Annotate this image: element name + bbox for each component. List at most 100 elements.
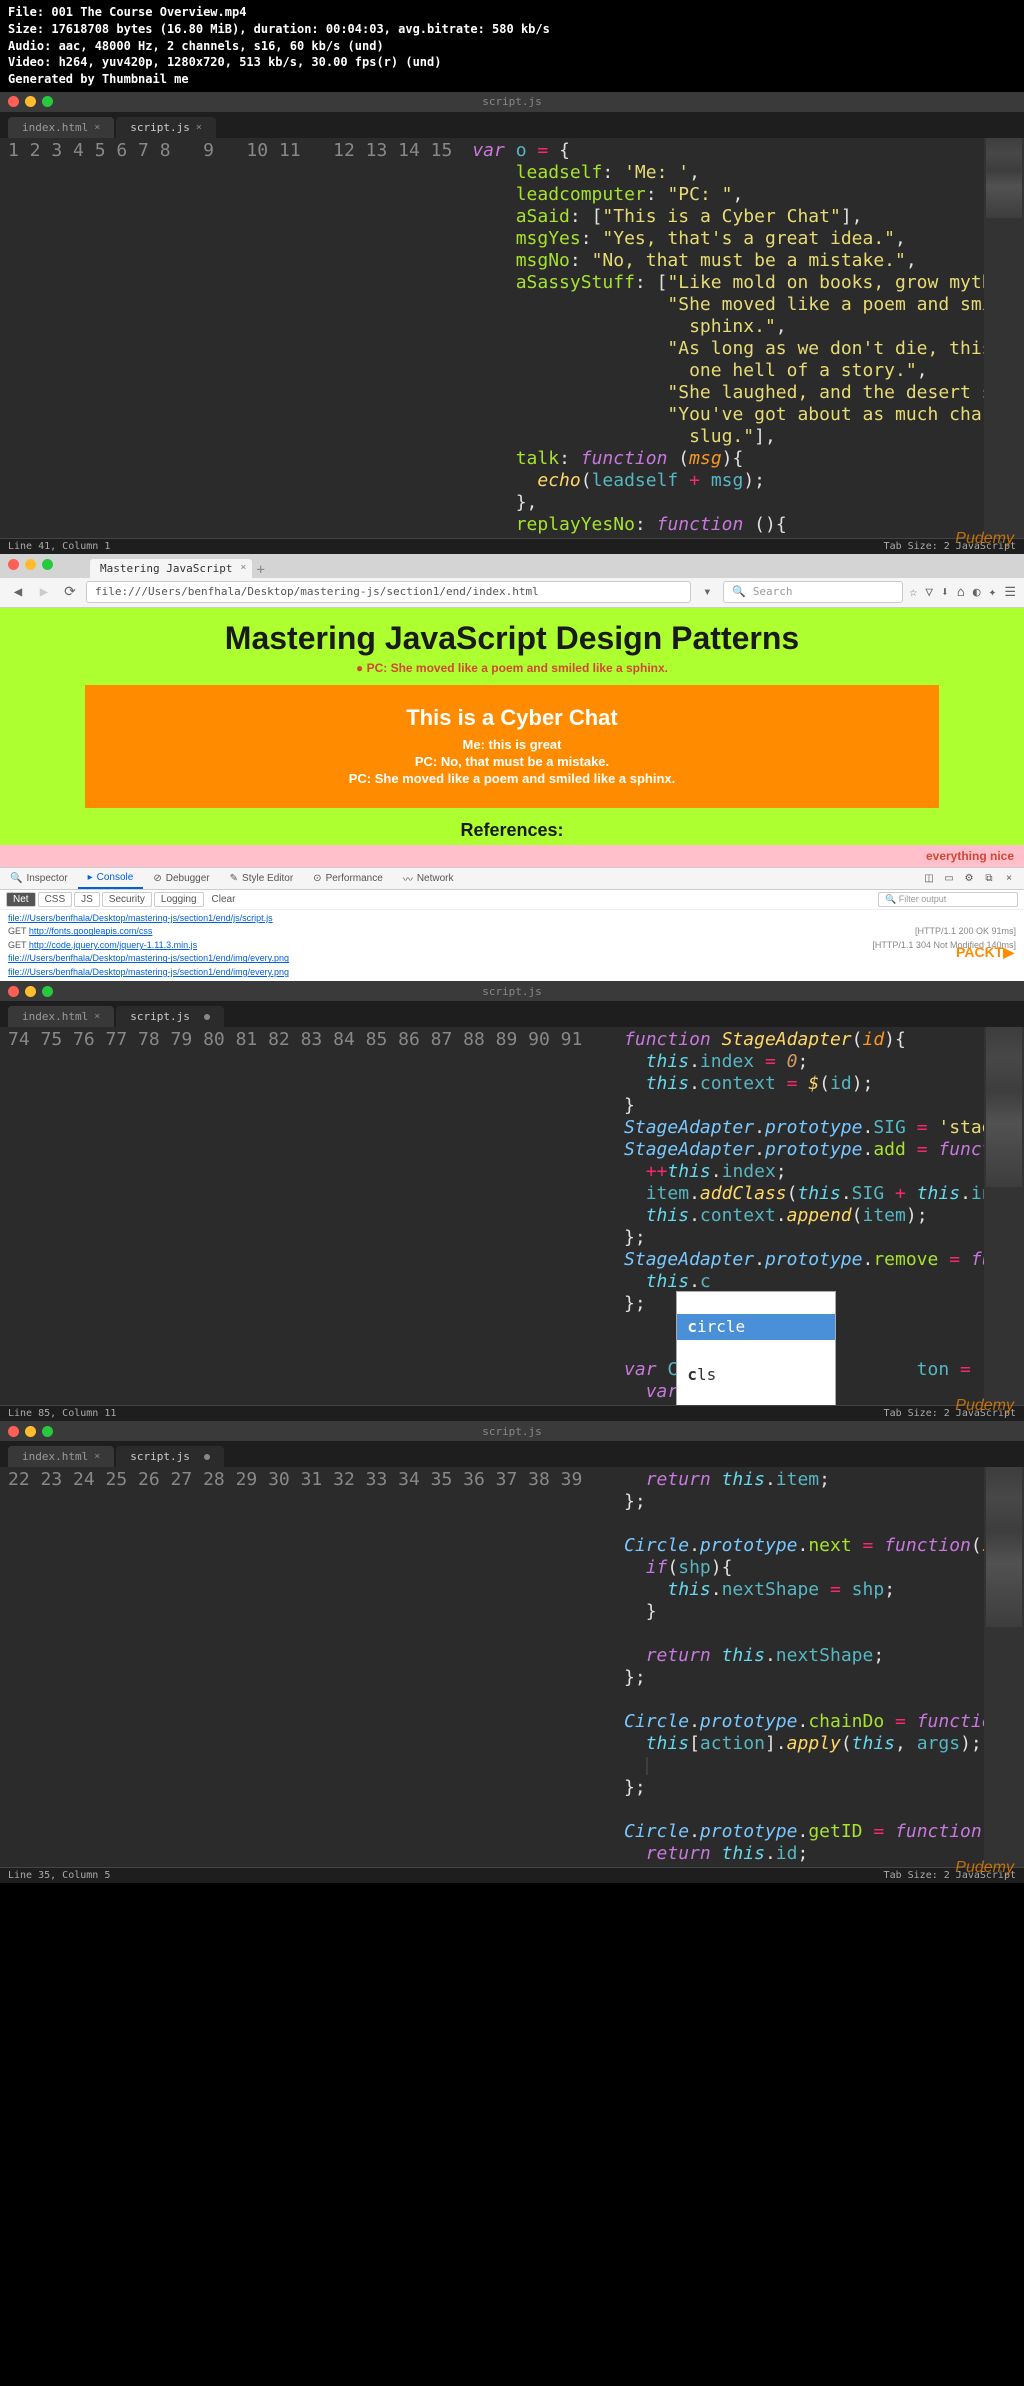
maximize-button[interactable] [42,96,53,107]
statusbar: Line 41, Column 1 Tab Size: 2 JavaScript [0,538,1024,554]
traffic-lights [8,96,53,107]
popout-icon[interactable]: ⧉ [982,871,996,885]
filter-security[interactable]: Security [102,892,152,907]
sync-icon[interactable]: ◐ [973,585,981,600]
tabbar: index.html× script.js [0,1441,1024,1467]
split-icon[interactable]: ◫ [922,871,936,885]
gear-icon[interactable]: ⚙ [962,871,976,885]
info-audio: Audio: aac, 48000 Hz, 2 channels, s16, 6… [8,38,1016,55]
devtools-tab-inspector[interactable]: 🔍 Inspector [0,869,78,888]
close-icon[interactable]: × [94,122,100,133]
new-tab-button[interactable]: + [256,562,264,578]
reload-button[interactable]: ⟳ [60,582,80,602]
minimize-button[interactable] [25,559,36,570]
close-button[interactable] [8,1426,19,1437]
filter-logging[interactable]: Logging [154,892,204,907]
status-cursor: Line 85, Column 11 [8,1408,116,1419]
url-bar[interactable]: file:///Users/benfhala/Desktop/mastering… [86,581,691,603]
close-button[interactable] [8,96,19,107]
autocomplete-item[interactable]: circle [677,1314,835,1340]
log-row: GET http://fonts.googleapis.com/css[HTTP… [8,925,1016,939]
devtools: 🔍 Inspector ▸ Console ⊘ Debugger ✎ Style… [0,867,1024,982]
devtools-tab-style[interactable]: ✎ Style Editor [220,869,304,888]
back-button[interactable]: ◀ [8,582,28,602]
menu-icon[interactable]: ☰ [1004,585,1016,600]
tab-script-js[interactable]: script.js [116,1446,224,1467]
chat-box: This is a Cyber Chat Me: this is great P… [85,685,939,808]
line-gutter: 1 2 3 4 5 6 7 8 8 9 9 10 11 1 12 13 14 1… [0,138,464,538]
search-bar[interactable]: 🔍 Search [723,581,903,603]
reader-button[interactable]: ▾ [697,582,717,602]
editor-window-2: script.js index.html× script.js 74 75 76… [0,981,1024,1421]
tabbar: index.html× script.js [0,1001,1024,1027]
close-icon[interactable]: × [240,562,246,573]
home-icon[interactable]: ⌂ [957,585,965,600]
close-icon[interactable]: × [196,122,202,133]
pocket-icon[interactable]: ▽ [925,585,933,600]
maximize-button[interactable] [42,1426,53,1437]
forward-button[interactable]: ▶ [34,582,54,602]
download-icon[interactable]: ⬇ [941,585,949,600]
code-area[interactable]: return this.item; }; Circle.prototype.ne… [594,1467,984,1867]
editor-body: 1 2 3 4 5 6 7 8 8 9 9 10 11 1 12 13 14 1… [0,138,1024,538]
filter-net[interactable]: Net [6,892,36,907]
tab-index-html[interactable]: index.html× [8,117,114,138]
log-row: file:///Users/benfhala/Desktop/mastering… [8,912,1016,926]
clear-button[interactable]: Clear [206,893,242,906]
tab-script-js[interactable]: script.js× [116,117,216,138]
browser-window: Mastering JavaScript × + ◀ ▶ ⟳ file:///U… [0,554,1024,982]
filter-css[interactable]: CSS [38,892,73,907]
browser-tab[interactable]: Mastering JavaScript × [90,559,252,578]
minimize-button[interactable] [25,96,36,107]
minimize-button[interactable] [25,1426,36,1437]
maximize-button[interactable] [42,986,53,997]
window-title: script.js [482,985,542,998]
autocomplete-popup[interactable]: circle cls context create cg color [676,1291,836,1405]
close-icon[interactable]: × [94,1011,100,1022]
tab-index-html[interactable]: index.html× [8,1446,114,1467]
titlebar: script.js [0,981,1024,1001]
devtools-tab-performance[interactable]: ⊙ Performance [303,869,393,888]
devtools-tab-debugger[interactable]: ⊘ Debugger [143,869,219,888]
close-icon[interactable]: × [1002,871,1016,885]
statusbar: Line 85, Column 11 Tab Size: 2 JavaScrip… [0,1405,1024,1421]
minimize-button[interactable] [25,986,36,997]
page-content: Mastering JavaScript Design Patterns PC:… [0,608,1024,867]
devtools-filter-bar: Net CSS JS Security Logging Clear 🔍 Filt… [0,890,1024,910]
code-area[interactable]: function StageAdapter(id){ this.index = … [594,1027,984,1405]
filter-input[interactable]: 🔍 Filter output [878,892,1018,907]
chat-title: This is a Cyber Chat [105,705,919,731]
statusbar: Line 35, Column 5 Tab Size: 2 JavaScript [0,1867,1024,1883]
window-title: script.js [482,1425,542,1438]
packt-watermark: PACKT▶ [956,944,1014,961]
dock-icon[interactable]: ▭ [942,871,956,885]
minimap[interactable] [984,138,1024,538]
code-area[interactable]: var o = { leadself: 'Me: ', leadcomputer… [464,138,984,538]
tab-index-html[interactable]: index.html× [8,1006,114,1027]
devtools-tab-network[interactable]: 〰 Network [393,867,464,890]
status-cursor: Line 41, Column 1 [8,541,110,552]
close-icon[interactable]: × [94,1451,100,1462]
info-generated: Generated by Thumbnail me [8,71,1016,88]
modified-icon [204,1014,210,1020]
minimap[interactable] [984,1467,1024,1867]
tab-script-js[interactable]: script.js [116,1006,224,1027]
close-button[interactable] [8,986,19,997]
autocomplete-item[interactable]: cls [677,1362,835,1388]
info-video: Video: h264, yuv420p, 1280x720, 513 kb/s… [8,54,1016,71]
star-icon[interactable]: ☆ [909,585,917,600]
editor-window-1: script.js index.html× script.js× 1 2 3 4… [0,92,1024,554]
page-subtitle: PC: She moved like a poem and smiled lik… [0,661,1024,685]
maximize-button[interactable] [42,559,53,570]
status-cursor: Line 35, Column 5 [8,1870,110,1881]
file-info-header: File: 001 The Course Overview.mp4 Size: … [0,0,1024,92]
chat-line: PC: She moved like a poem and smiled lik… [105,771,919,786]
references-heading: References: [0,808,1024,845]
page-title: Mastering JavaScript Design Patterns [0,608,1024,661]
addon-icon[interactable]: ✦ [989,585,997,600]
filter-js[interactable]: JS [74,892,100,907]
devtools-tab-console[interactable]: ▸ Console [78,868,144,889]
minimap[interactable] [984,1027,1024,1405]
browser-toolbar: ◀ ▶ ⟳ file:///Users/benfhala/Desktop/mas… [0,578,1024,608]
close-button[interactable] [8,559,19,570]
